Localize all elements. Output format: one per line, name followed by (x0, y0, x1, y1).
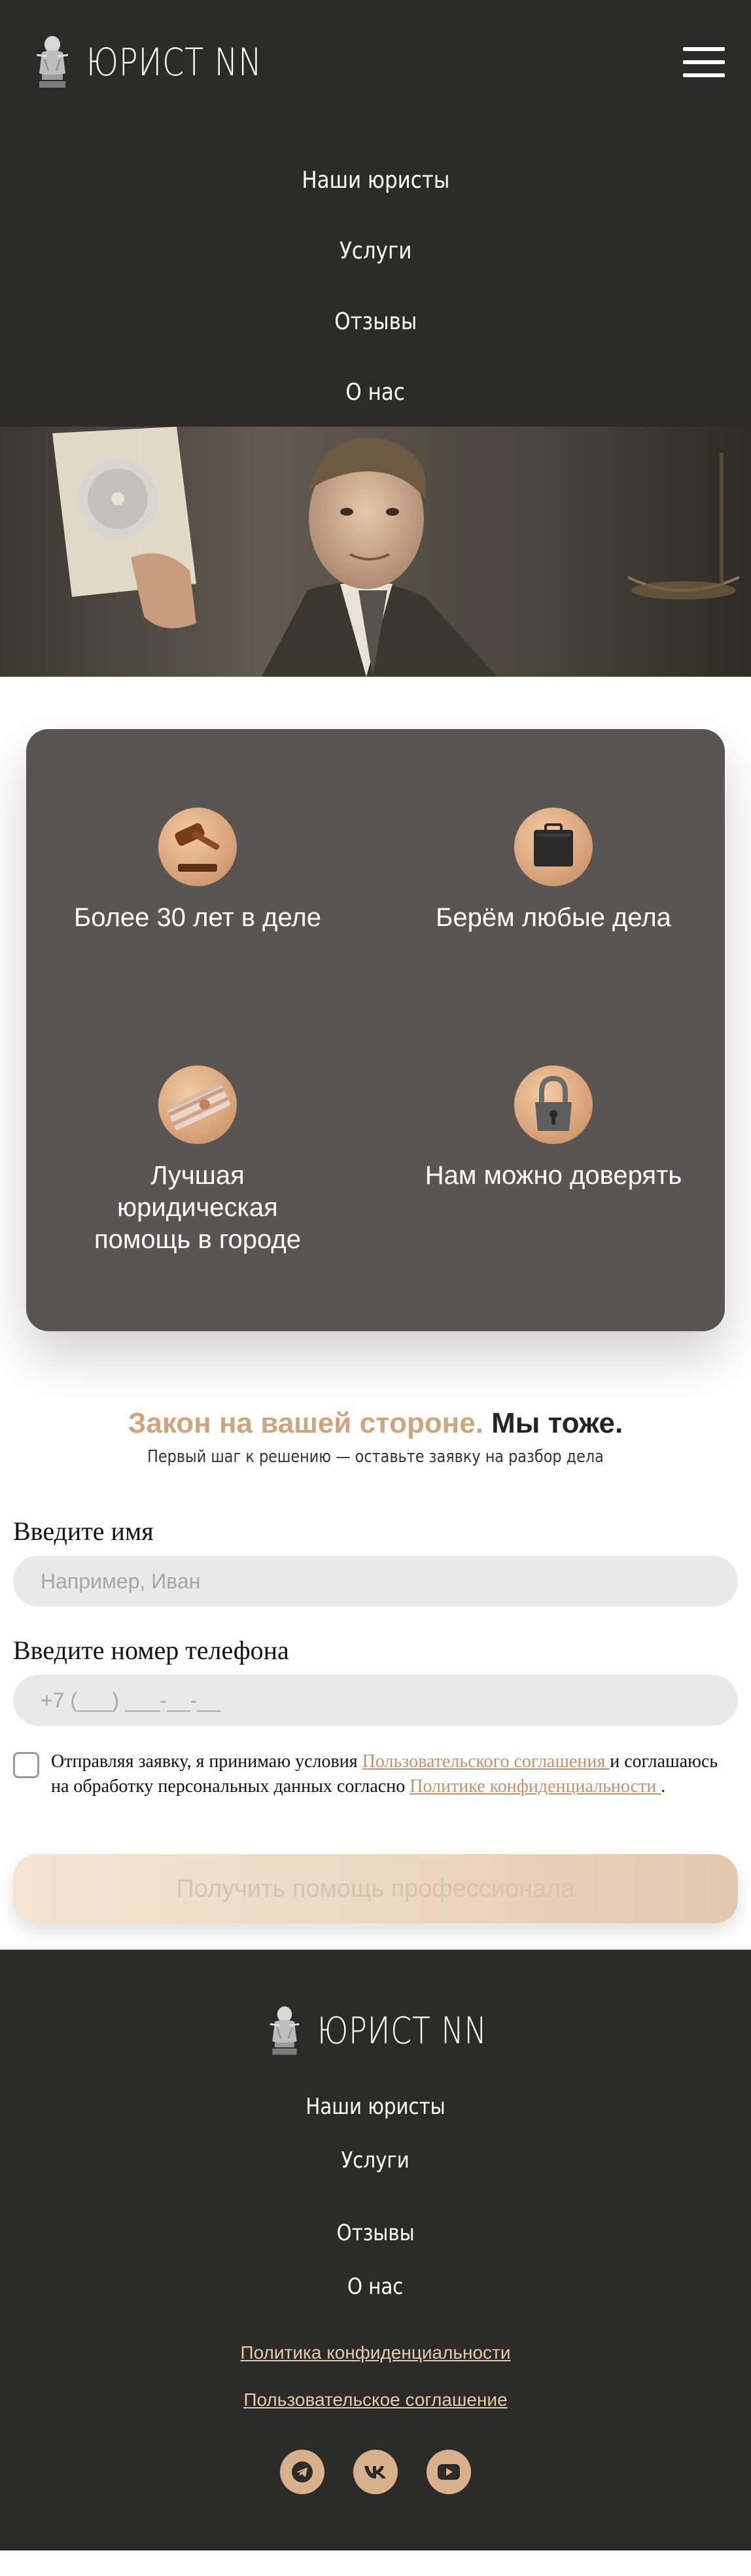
feature-best-help: Лучшая юридическая помощь в городе (67, 1065, 328, 1256)
consent-text-part: Отправляя заявку, я принимаю условия (51, 1751, 362, 1772)
feature-experience: Более 30 лет в деле (67, 808, 328, 934)
footer-nav-label: Отзывы (336, 2220, 415, 2246)
cta-section: Закон на вашей стороне. Мы тоже. Первый … (0, 1406, 751, 1467)
feature-trust: Нам можно доверять (423, 1065, 684, 1192)
footer-nav-label: Наши юристы (306, 2094, 445, 2120)
footer-brand-link[interactable]: ЮРИСТ NN (0, 2003, 751, 2058)
submit-button[interactable]: Получить помощь профессионала (13, 1854, 738, 1923)
main-nav: Наши юристы Услуги Отзывы О нас (0, 145, 751, 428)
brand-name: ЮРИСТ NN (86, 40, 262, 84)
footer-nav-about[interactable]: О нас (0, 2274, 751, 2300)
features-section: Более 30 лет в деле Берём любые дела Луч… (0, 677, 751, 1406)
consent-checkbox[interactable] (13, 1752, 39, 1778)
footer-brand-name: ЮРИСТ NN (317, 2009, 487, 2052)
phone-label: Введите номер телефона (13, 1636, 289, 1665)
social-links (0, 2450, 751, 2494)
telegram-icon[interactable] (280, 2450, 324, 2494)
vk-icon[interactable] (353, 2450, 398, 2494)
footer-nav-reviews[interactable]: Отзывы (0, 2220, 751, 2246)
money-stack-icon (158, 1065, 237, 1144)
site-header: ЮРИСТ NN Наши юристы Услуги Отзывы О нас (0, 0, 751, 427)
consent-text: Отправляя заявку, я принимаю условия Пол… (51, 1749, 731, 1799)
request-form: Введите имя Введите номер телефона Отпра… (0, 1516, 751, 1923)
feature-any-cases: Берём любые дела (423, 808, 684, 934)
themis-statue-icon (270, 2006, 300, 2055)
site-footer: ЮРИСТ NN Наши юристы Услуги Отзывы О нас… (0, 1950, 751, 2550)
feature-text: Лучшая юридическая помощь в городе (94, 1161, 302, 1254)
consent-row: Отправляя заявку, я принимаю условия Пол… (13, 1749, 738, 1799)
footer-nav-label: О нас (347, 2274, 404, 2300)
feature-text: Нам можно доверять (425, 1161, 682, 1190)
nav-item-lawyers[interactable]: Наши юристы (302, 145, 449, 216)
features-card: Более 30 лет в деле Берём любые дела Луч… (26, 729, 725, 1331)
privacy-policy-link[interactable]: Политике конфиденциальности (410, 1776, 661, 1797)
footer-agreement-link[interactable]: Пользовательское соглашение (0, 2389, 751, 2410)
hero-photo (0, 427, 751, 677)
gavel-icon (158, 808, 237, 886)
user-agreement-link[interactable]: Пользовательского соглашения (362, 1751, 610, 1772)
cta-title: Закон на вашей стороне. Мы тоже. (0, 1406, 751, 1440)
hamburger-menu-icon[interactable] (683, 47, 725, 77)
nav-item-services[interactable]: Услуги (340, 216, 411, 287)
feature-text: Более 30 лет в деле (73, 903, 322, 932)
feature-text: Берём любые дела (436, 903, 671, 932)
themis-statue-icon (36, 36, 69, 88)
nav-item-reviews[interactable]: Отзывы (334, 287, 417, 357)
footer-nav-lawyers[interactable]: Наши юристы (0, 2094, 751, 2120)
padlock-icon (514, 1065, 593, 1144)
footer-nav-services[interactable]: Услуги (0, 2147, 751, 2174)
brand-logo-link[interactable]: ЮРИСТ NN (33, 33, 301, 92)
name-label: Введите имя (13, 1516, 154, 1546)
name-input[interactable] (13, 1556, 738, 1607)
consent-text-part: . (661, 1776, 666, 1797)
footer-privacy-link[interactable]: Политика конфиденциальности (0, 2342, 751, 2363)
hero-image (0, 427, 751, 677)
briefcase-icon (514, 808, 593, 886)
cta-title-accent: Закон на вашей стороне. (128, 1407, 483, 1439)
youtube-icon[interactable] (427, 2450, 471, 2494)
footer-nav-label: Услуги (341, 2147, 410, 2174)
nav-item-about[interactable]: О нас (346, 357, 405, 428)
cta-title-dark: Мы тоже. (491, 1407, 623, 1439)
cta-subtitle: Первый шаг к решению — оставьте заявку н… (147, 1447, 604, 1467)
phone-input[interactable] (13, 1675, 738, 1726)
